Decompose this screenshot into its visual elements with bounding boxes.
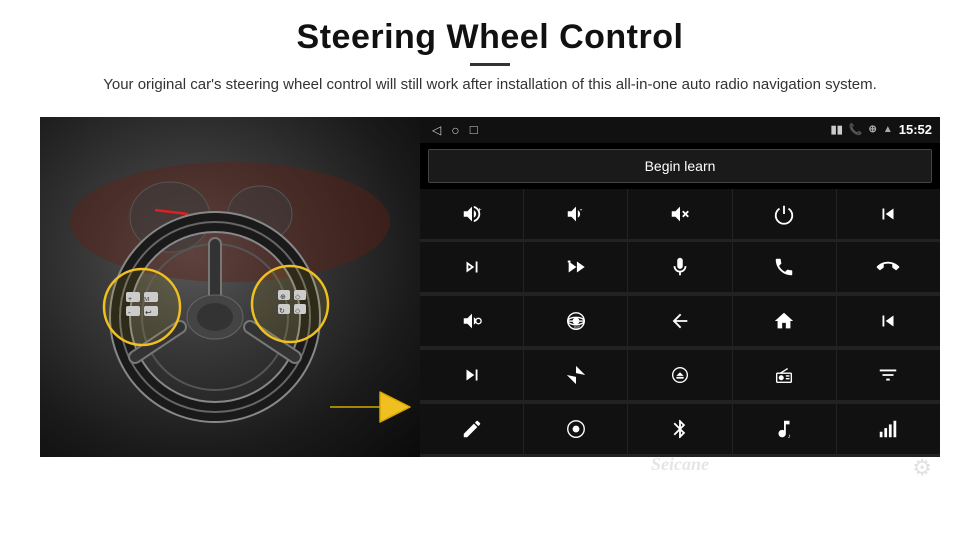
seicane-watermark: Seicane [651, 454, 709, 475]
mic-button[interactable] [628, 242, 731, 292]
steering-wheel-panel: + M - ↩ ⊕ ◇ ↻ ◇ [40, 117, 420, 457]
time-display: 15:52 [899, 122, 932, 137]
begin-learn-row: Begin learn [420, 143, 940, 189]
cam360-button[interactable]: 360° [524, 296, 627, 346]
back-button[interactable] [628, 296, 731, 346]
status-bar: ◁ ○ □ ▮▮ 📞 ⊕ ▲ 15:52 [420, 117, 940, 143]
svg-text:↩: ↩ [145, 308, 152, 317]
steering-bg: + M - ↩ ⊕ ◇ ↻ ◇ [40, 117, 420, 457]
nav-home-icon[interactable]: ○ [451, 122, 459, 138]
nav-back-icon[interactable]: ◁ [432, 123, 441, 137]
status-indicators: ▮▮ 📞 ⊕ ▲ 15:52 [831, 122, 932, 137]
next-track-button[interactable] [420, 350, 523, 400]
arrow-indicator [325, 372, 415, 442]
rewind-button[interactable] [837, 296, 940, 346]
svg-text:360°: 360° [573, 325, 580, 329]
svg-text:-: - [579, 205, 582, 214]
power-button[interactable] [733, 189, 836, 239]
android-panel: ◁ ○ □ ▮▮ 📞 ⊕ ▲ 15:52 Begin learn [420, 117, 940, 457]
svg-text:+: + [477, 205, 481, 214]
page-subtitle: Your original car's steering wheel contr… [60, 74, 920, 97]
wifi-icon: ▲ [883, 124, 893, 135]
circle-dot-button[interactable] [524, 404, 627, 454]
phone-call-button[interactable] [733, 242, 836, 292]
prev-track-button[interactable] [837, 189, 940, 239]
vol-up-button[interactable]: + [420, 189, 523, 239]
horn-button[interactable] [420, 296, 523, 346]
equalizer-button[interactable] [837, 350, 940, 400]
battery-icon: ▮▮ [831, 123, 843, 136]
title-divider [470, 63, 510, 66]
nav-buttons: ◁ ○ □ [432, 122, 478, 138]
fast-forward-skip-button[interactable] [524, 242, 627, 292]
page-title: Steering Wheel Control [40, 18, 940, 57]
location-icon: ⊕ [868, 124, 876, 135]
skip-forward-button[interactable] [420, 242, 523, 292]
navigation-button[interactable] [524, 350, 627, 400]
svg-text:M: M [144, 297, 150, 303]
svg-text:⊕: ⊕ [280, 293, 286, 301]
nav-recent-icon[interactable]: □ [470, 122, 478, 137]
eject-button[interactable] [628, 350, 731, 400]
bars-button[interactable] [837, 404, 940, 454]
svg-text:◇: ◇ [295, 293, 301, 301]
pen-button[interactable] [420, 404, 523, 454]
icon-grid: + - [420, 189, 940, 457]
hang-up-button[interactable] [837, 242, 940, 292]
svg-text:◇: ◇ [295, 307, 301, 315]
music-button[interactable]: ♪ [733, 404, 836, 454]
svg-text:+: + [128, 295, 132, 303]
svg-text:♪: ♪ [788, 433, 791, 440]
svg-text:↻: ↻ [279, 307, 285, 315]
home-button[interactable] [733, 296, 836, 346]
phone-icon: 📞 [849, 123, 863, 136]
content-row: + M - ↩ ⊕ ◇ ↻ ◇ [40, 117, 940, 457]
status-icons: ▮▮ [831, 123, 843, 136]
mute-button[interactable] [628, 189, 731, 239]
begin-learn-button[interactable]: Begin learn [428, 149, 932, 183]
vol-down-button[interactable]: - [524, 189, 627, 239]
gear-icon[interactable]: ⚙ [912, 455, 932, 481]
bluetooth-button[interactable] [628, 404, 731, 454]
svg-text:-: - [128, 308, 131, 317]
radio-button[interactable] [733, 350, 836, 400]
